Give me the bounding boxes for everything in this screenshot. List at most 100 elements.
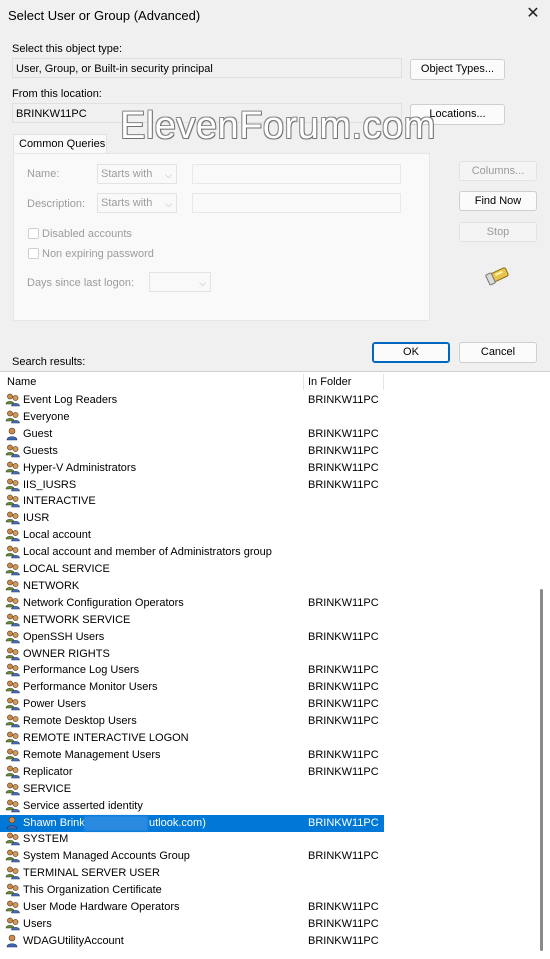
row-name: Hyper-V Administrators: [23, 461, 137, 474]
table-row[interactable]: Network Configuration Operators BRINKW11P…: [0, 595, 384, 612]
table-row[interactable]: OWNER RIGHTS: [0, 646, 384, 663]
row-name: Users: [23, 917, 52, 930]
group-icon: [5, 714, 20, 728]
column-header-folder[interactable]: In Folder: [308, 372, 351, 392]
description-label: Description:: [27, 198, 86, 210]
group-icon: [5, 613, 20, 626]
ok-button[interactable]: OK: [372, 342, 450, 363]
table-row[interactable]: Performance Log Users BRINKW11PC: [0, 662, 384, 679]
cancel-button[interactable]: Cancel: [459, 342, 537, 363]
row-name: Replicator: [23, 765, 73, 778]
row-folder: BRINKW11PC: [308, 478, 379, 491]
row-name: OpenSSH Users: [23, 630, 105, 643]
table-row[interactable]: Shawn Brink BRINKW11PC utlook.com): [0, 814, 384, 832]
column-divider[interactable]: [383, 374, 384, 390]
row-name: INTERACTIVE: [23, 495, 96, 508]
group-icon: [5, 883, 20, 897]
row-folder: BRINKW11PC: [308, 816, 379, 829]
group-icon: [5, 410, 20, 424]
object-type-field: User, Group, or Built-in security princi…: [12, 58, 402, 78]
table-row[interactable]: INTERACTIVE: [0, 493, 384, 510]
table-row[interactable]: Power Users BRINKW11PC: [0, 696, 384, 713]
table-row[interactable]: Users BRINKW11PC: [0, 916, 384, 933]
row-name: LOCAL SERVICE: [23, 563, 110, 575]
group-icon: [5, 663, 20, 677]
user-icon: [6, 427, 18, 441]
table-row[interactable]: Performance Monitor Users BRINKW11PC: [0, 679, 384, 696]
close-icon[interactable]: ✕: [525, 6, 541, 22]
table-row[interactable]: This Organization Certificate: [0, 882, 384, 899]
table-row[interactable]: System Managed Accounts Group BRINKW11PC: [0, 848, 384, 865]
column-header-name[interactable]: Name: [7, 372, 36, 392]
results-scrollbar[interactable]: [540, 589, 543, 951]
row-name: SYSTEM: [23, 833, 69, 846]
row-folder: BRINKW11PC: [308, 630, 379, 643]
row-folder: BRINKW11PC: [308, 698, 379, 711]
search-results-list[interactable]: Name In Folder Event Log Readers BRINKW11…: [0, 371, 550, 959]
table-row[interactable]: NETWORK: [0, 578, 384, 595]
table-row[interactable]: User Mode Hardware Operators BRINKW11PC: [0, 899, 384, 916]
table-row[interactable]: SYSTEM: [0, 831, 384, 848]
table-row[interactable]: Local account: [0, 527, 384, 544]
disabled-accounts-checkbox[interactable]: [28, 228, 39, 239]
redacted-email-blur: [84, 815, 148, 831]
table-row[interactable]: Event Log Readers BRINKW11PC: [0, 392, 384, 409]
description-input[interactable]: [192, 193, 401, 213]
chevron-down-icon: ⌵: [165, 170, 172, 180]
table-row[interactable]: Hyper-V Administrators BRINKW11PC: [0, 460, 384, 477]
table-row[interactable]: NETWORK SERVICE: [0, 612, 384, 629]
table-row[interactable]: IUSR: [0, 510, 384, 527]
group-icon: [5, 494, 20, 508]
name-label: Name:: [27, 168, 60, 180]
chevron-down-icon: ⌵: [165, 199, 172, 209]
row-name: Performance Monitor Users: [23, 681, 158, 694]
object-types-button[interactable]: Object Types...: [410, 59, 505, 80]
table-row[interactable]: TERMINAL SERVER USER: [0, 865, 384, 882]
table-row[interactable]: IIS_IUSRS BRINKW11PC: [0, 477, 384, 494]
group-icon: [5, 545, 20, 559]
row-folder: BRINKW11PC: [308, 427, 379, 440]
table-row[interactable]: Remote Desktop Users BRINKW11PC: [0, 713, 384, 730]
name-match-select[interactable]: Starts with ⌵: [97, 164, 177, 184]
row-folder: BRINKW11PC: [308, 715, 379, 728]
row-folder: BRINKW11PC: [308, 664, 379, 677]
stop-button[interactable]: Stop: [459, 222, 537, 242]
group-icon: [5, 917, 20, 931]
table-row[interactable]: Remote Management Users BRINKW11PC: [0, 747, 384, 764]
row-folder: BRINKW11PC: [308, 596, 379, 609]
row-folder: BRINKW11PC: [308, 748, 379, 761]
column-divider[interactable]: [303, 374, 304, 390]
group-icon: [5, 697, 20, 711]
table-row[interactable]: Guest BRINKW11PC: [0, 426, 384, 443]
row-name: Everyone: [23, 410, 70, 423]
disabled-accounts-label: Disabled accounts: [42, 228, 132, 240]
find-now-button[interactable]: Find Now: [459, 191, 537, 211]
group-icon: [5, 528, 20, 542]
table-row[interactable]: Service asserted identity: [0, 798, 384, 815]
table-row[interactable]: Local account and member of Administrato…: [0, 544, 384, 561]
table-row[interactable]: Replicator BRINKW11PC: [0, 764, 384, 781]
description-match-select[interactable]: Starts with ⌵: [97, 193, 177, 213]
row-folder: BRINKW11PC: [308, 850, 379, 863]
name-input[interactable]: [192, 164, 401, 184]
non-expiring-password-checkbox[interactable]: [28, 248, 39, 259]
table-row[interactable]: WDAGUtilityAccount BRINKW11PC: [0, 933, 384, 950]
tab-common-queries[interactable]: Common Queries: [13, 134, 107, 154]
table-row[interactable]: REMOTE INTERACTIVE LOGON: [0, 730, 384, 747]
table-row[interactable]: LOCAL SERVICE: [0, 561, 384, 578]
columns-button[interactable]: Columns...: [459, 161, 537, 181]
table-row[interactable]: SERVICE: [0, 781, 384, 798]
row-name: OWNER RIGHTS: [23, 647, 110, 660]
days-since-logon-select[interactable]: ⌵: [149, 272, 211, 292]
table-row[interactable]: Guests BRINKW11PC: [0, 443, 384, 460]
row-name-tail: utlook.com): [149, 816, 206, 829]
search-flashlight-icon: [485, 267, 509, 286]
row-name: Shawn Brink: [23, 816, 85, 829]
location-label: From this location:: [12, 88, 102, 100]
table-row[interactable]: OpenSSH Users BRINKW11PC: [0, 629, 384, 646]
user-icon: [6, 934, 18, 948]
watermark: ElevenForum.com: [120, 105, 436, 147]
row-name: Power Users: [23, 698, 86, 711]
table-row[interactable]: Everyone: [0, 409, 384, 426]
group-icon: [5, 731, 20, 745]
